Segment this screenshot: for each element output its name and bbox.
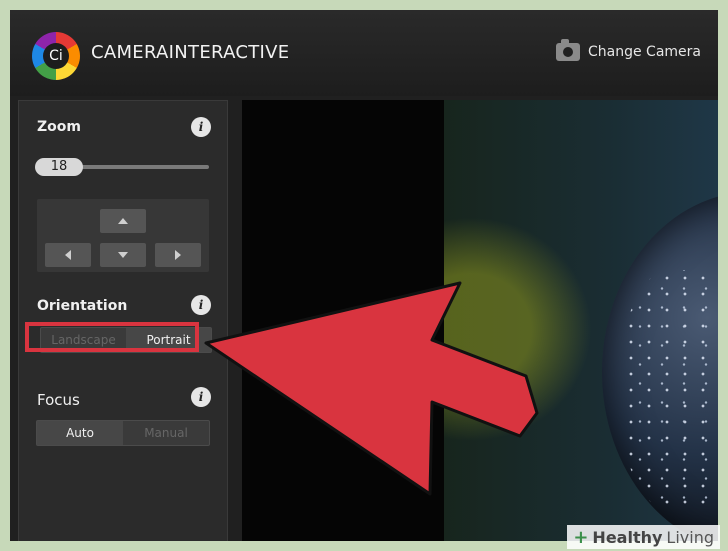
healthy-living-watermark: + Healthy Living (567, 525, 720, 549)
change-camera-button[interactable]: Change Camera (556, 39, 701, 61)
orientation-title: Orientation (37, 298, 128, 314)
logo-glyph: Ci (43, 43, 69, 69)
arrow-down-icon (118, 252, 128, 258)
camera-app-frame: Ci CAMERAINTERACTIVE Change Camera Zoom … (10, 10, 718, 541)
pan-up-button[interactable] (100, 209, 146, 233)
brand-name: CAMERAINTERACTIVE (91, 42, 290, 63)
camera-view (242, 100, 718, 541)
plus-icon: + (573, 526, 589, 548)
orientation-highlight-box (25, 322, 199, 352)
watermark-bold: Healthy (592, 527, 663, 547)
pan-control-pad (37, 199, 209, 272)
globe-sparkles (622, 270, 718, 510)
controls-panel: Zoom i 18 Orientation i Landscape Portra… (18, 100, 228, 541)
orientation-info-icon[interactable]: i (191, 295, 211, 315)
focus-auto-option[interactable]: Auto (37, 421, 123, 445)
pan-right-button[interactable] (155, 243, 201, 267)
focus-toggle: Auto Manual (36, 420, 210, 446)
pan-down-button[interactable] (100, 243, 146, 267)
arrow-up-icon (118, 218, 128, 224)
arrow-right-icon (175, 250, 181, 260)
zoom-title: Zoom (37, 119, 81, 135)
zoom-info-icon[interactable]: i (191, 117, 211, 137)
change-camera-label: Change Camera (588, 44, 701, 60)
watermark-rest: Living (666, 527, 714, 547)
camera-icon (556, 39, 580, 61)
focus-title: Focus (37, 391, 80, 409)
focus-manual-option[interactable]: Manual (123, 421, 209, 445)
camerainteractive-logo: Ci (32, 32, 80, 80)
zoom-slider-thumb[interactable]: 18 (35, 158, 83, 176)
focus-info-icon[interactable]: i (191, 387, 211, 407)
arrow-left-icon (65, 250, 71, 260)
pan-left-button[interactable] (45, 243, 91, 267)
top-bar: Ci CAMERAINTERACTIVE Change Camera (10, 10, 718, 96)
